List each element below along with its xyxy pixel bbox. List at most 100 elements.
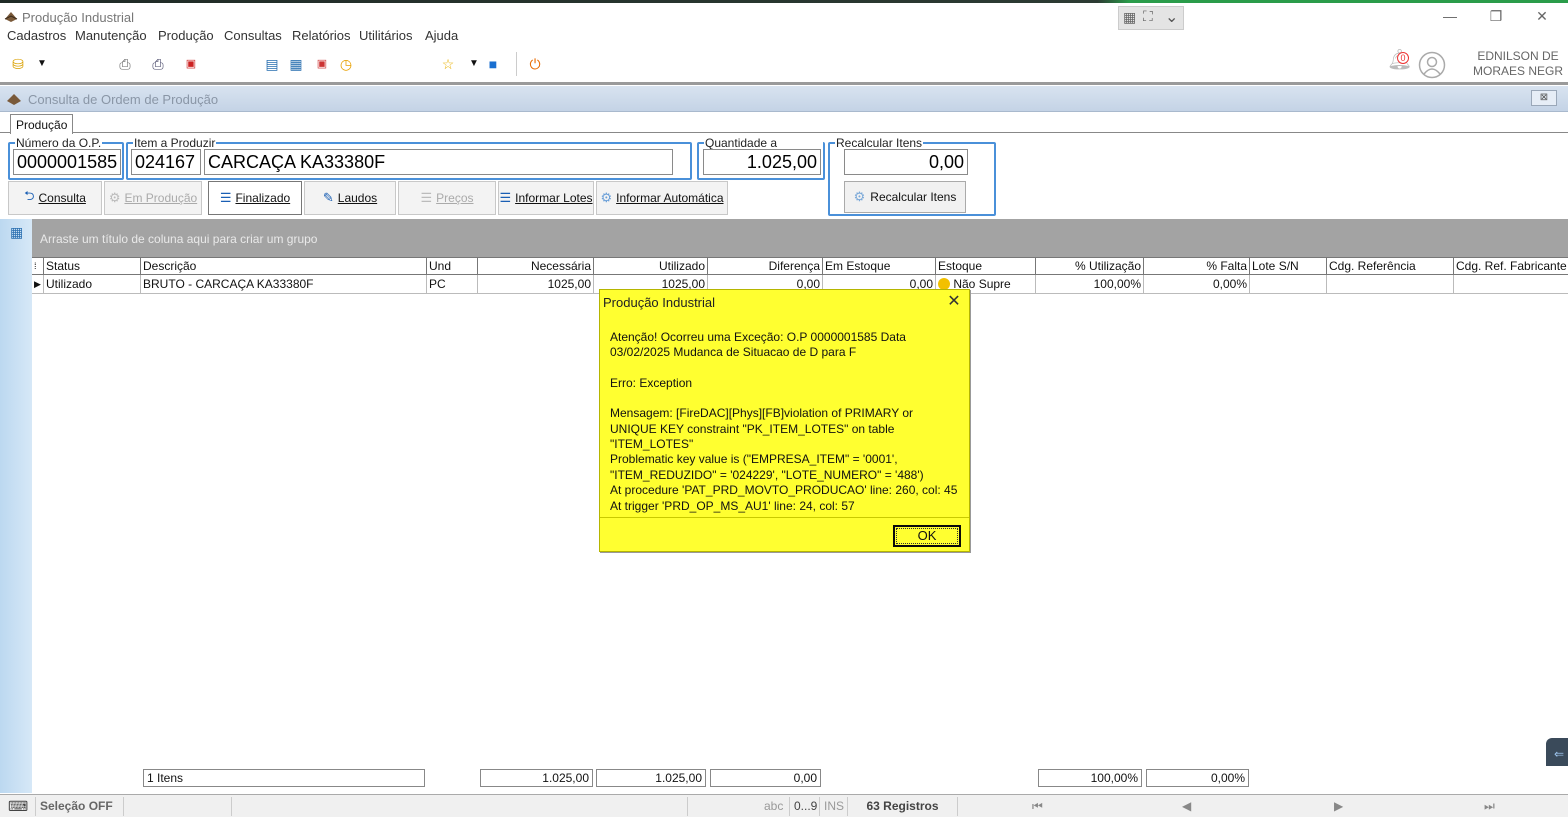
- recalculate-label: Recalcular Itens: [835, 136, 924, 150]
- user-name-line2: MORAES NEGR: [1472, 64, 1563, 78]
- item-code-field[interactable]: 024167: [131, 149, 201, 175]
- print-preview-icon[interactable]: ⎙: [150, 56, 166, 72]
- recalculate-field[interactable]: 0,00: [844, 149, 968, 175]
- recalculate-button[interactable]: ⚙ Recalcular Itens: [844, 181, 966, 213]
- refresh-gear-icon: ⚙: [853, 189, 866, 204]
- minimize-button[interactable]: —: [1440, 8, 1460, 26]
- auto-gear-icon: ⚙: [600, 190, 613, 205]
- cell-lote[interactable]: [1250, 275, 1327, 294]
- menu-cadastros[interactable]: Cadastros: [7, 28, 66, 43]
- dialog-close-icon[interactable]: ✕: [945, 293, 963, 311]
- records-count: 63 Registros: [848, 797, 958, 816]
- first-record-icon[interactable]: ⏮: [1028, 797, 1048, 816]
- column-header[interactable]: Utilizado: [594, 258, 708, 276]
- users-icon[interactable]: ⛁: [10, 56, 26, 72]
- menu-bar: Cadastros Manutenção Produção Consultas …: [0, 26, 1400, 46]
- item-description-field[interactable]: CARCAÇA KA33380F: [204, 149, 673, 175]
- window-icon[interactable]: ■: [485, 56, 501, 72]
- calendar-icon[interactable]: ▣: [183, 56, 199, 72]
- error-dialog: Produção Industrial ✕ Atenção! Ocorreu u…: [599, 289, 970, 552]
- precos-button[interactable]: ☰ Preços: [398, 181, 496, 215]
- finalizado-button[interactable]: ☰ Finalizado: [208, 181, 302, 215]
- next-record-icon[interactable]: ▶: [1330, 797, 1350, 816]
- cell-descricao[interactable]: BRUTO - CARCAÇA KA33380F: [141, 275, 427, 294]
- column-header[interactable]: Diferença: [708, 258, 823, 276]
- column-header[interactable]: Cdg. Ref. Fabricante: [1454, 258, 1568, 276]
- restore-button[interactable]: ❐: [1486, 8, 1506, 26]
- cell-ref-fabricante[interactable]: [1454, 275, 1568, 294]
- cell-necessaria[interactable]: 1025,00: [478, 275, 594, 294]
- informar-automatica-button-label: Informar Automática: [616, 191, 724, 205]
- menu-producao[interactable]: Produção: [158, 28, 214, 43]
- item-label: Item a Produzir: [133, 136, 217, 150]
- menu-manutencao[interactable]: Manutenção: [75, 28, 147, 43]
- report-icon[interactable]: ▤: [264, 56, 280, 72]
- menu-relatorios[interactable]: Relatórios: [292, 28, 351, 43]
- back-arrow-icon: ⮌: [24, 188, 35, 203]
- informar-automatica-button[interactable]: ⚙ Informar Automática: [596, 181, 728, 215]
- keyboard-icon: ⌨: [4, 797, 36, 816]
- grid-icon: ▦: [1123, 9, 1137, 25]
- column-header[interactable]: Und: [427, 258, 478, 276]
- window-title: Produção Industrial: [22, 10, 135, 25]
- column-header[interactable]: % Falta: [1144, 258, 1250, 276]
- laudos-button[interactable]: ✎ Laudos: [304, 181, 396, 215]
- power-icon[interactable]: ⏻: [527, 56, 543, 72]
- column-header[interactable]: Estoque: [936, 258, 1036, 276]
- status-bar: ⌨ Seleção OFF abc 0...9 INS 63 Registros…: [0, 794, 1568, 817]
- favorites-dropdown-icon[interactable]: ▼: [466, 56, 482, 72]
- consulta-button[interactable]: ⮌ Consulta: [8, 181, 102, 215]
- cell-utilizacao[interactable]: 100,00%: [1036, 275, 1144, 294]
- column-header[interactable]: Cdg. Referência: [1327, 258, 1454, 276]
- dialog-separator: [600, 517, 969, 518]
- menu-consultas[interactable]: Consultas: [224, 28, 282, 43]
- side-tab-icon: ⇐: [1554, 747, 1565, 761]
- op-number-label: Número da O.P.: [15, 136, 103, 150]
- cell-referencia[interactable]: [1327, 275, 1454, 294]
- grid-settings-icon[interactable]: ▦: [10, 224, 23, 241]
- abc-indicator: abc: [760, 797, 790, 816]
- informar-lotes-button-label: Informar Lotes: [515, 191, 593, 205]
- clock-icon[interactable]: ◷: [338, 56, 354, 72]
- user-name-line1: EDNILSON DE: [1477, 49, 1559, 63]
- column-header[interactable]: Em Estoque: [823, 258, 936, 276]
- user-name: EDNILSON DE MORAES NEGR: [1470, 49, 1566, 79]
- column-header[interactable]: Necessária: [478, 258, 594, 276]
- child-window-icon: [7, 94, 21, 105]
- chevron-down-icon: ⌄: [1165, 9, 1179, 26]
- cell-status[interactable]: Utilizado: [44, 275, 141, 294]
- notification-count-badge: 0: [1397, 52, 1409, 64]
- close-window-button[interactable]: ✕: [1532, 8, 1552, 26]
- dropdown-arrow-icon[interactable]: ▼: [34, 56, 50, 72]
- column-header[interactable]: Status: [44, 258, 141, 276]
- menu-ajuda[interactable]: Ajuda: [425, 28, 458, 43]
- list-icon: ☰: [219, 190, 232, 205]
- column-header[interactable]: Lote S/N: [1250, 258, 1327, 276]
- cell-falta[interactable]: 0,00%: [1144, 275, 1250, 294]
- user-avatar-icon[interactable]: [1418, 51, 1446, 79]
- last-record-icon[interactable]: ⏭: [1480, 797, 1500, 816]
- printer-icon[interactable]: ⎙: [117, 56, 133, 72]
- em-producao-button[interactable]: ⚙ Em Produção: [104, 181, 202, 215]
- group-by-area[interactable]: Arraste um título de coluna aqui para cr…: [0, 219, 1568, 257]
- tab-producao[interactable]: Produção: [10, 114, 74, 134]
- op-number-field[interactable]: 0000001585: [13, 149, 121, 175]
- favorites-star-icon[interactable]: ☆: [440, 56, 456, 72]
- row-indicator-header: ⁞: [32, 258, 44, 276]
- column-header[interactable]: Descrição: [141, 258, 427, 276]
- menu-utilitarios[interactable]: Utilitários: [359, 28, 412, 43]
- status-empty-2: [232, 797, 688, 816]
- selection-status[interactable]: Seleção OFF: [36, 797, 124, 816]
- cell-und[interactable]: PC: [427, 275, 478, 294]
- quantity-field[interactable]: 1.025,00: [703, 149, 821, 175]
- child-close-button[interactable]: ⊠: [1531, 90, 1557, 106]
- schedule-icon[interactable]: ▣: [314, 56, 330, 72]
- prev-record-icon[interactable]: ◀: [1178, 797, 1198, 816]
- calculator-icon[interactable]: ▦: [288, 56, 304, 72]
- edit-list-icon: ✎: [322, 190, 334, 205]
- dialog-ok-button[interactable]: OK: [893, 525, 961, 547]
- num-indicator: 0...9: [790, 797, 820, 816]
- column-header[interactable]: % Utilização: [1036, 258, 1144, 276]
- informar-lotes-button[interactable]: ☰ Informar Lotes: [498, 181, 594, 215]
- recalculate-button-label: Recalcular Itens: [870, 190, 957, 204]
